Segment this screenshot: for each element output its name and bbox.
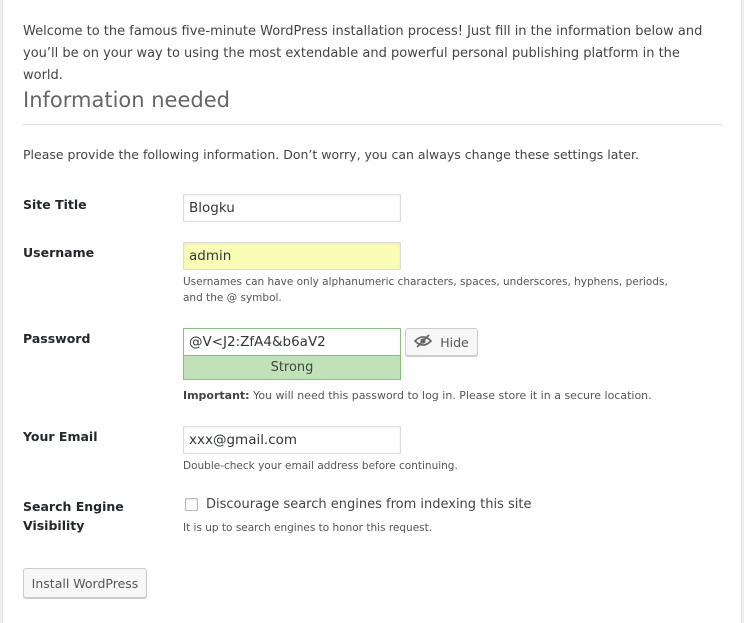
- search-engine-label-line2: Visibility: [23, 518, 85, 533]
- site-title-label: Site Title: [23, 197, 87, 212]
- site-title-input[interactable]: [183, 194, 401, 222]
- search-engine-label-line1: Search Engine: [23, 499, 124, 514]
- password-input[interactable]: [183, 328, 401, 356]
- email-hint: Double-check your email address before c…: [183, 460, 458, 472]
- hide-button-label: Hide: [440, 334, 469, 350]
- section-heading: Information needed: [23, 88, 230, 112]
- eye-slash-icon: [414, 333, 433, 351]
- search-engine-hint: It is up to search engines to honor this…: [183, 522, 433, 534]
- password-hint-text: You will need this password to log in. P…: [249, 389, 652, 402]
- heading-divider: [23, 124, 723, 125]
- password-hint-important: Important:: [183, 389, 250, 402]
- search-engine-label: Search Engine Visibility: [23, 497, 124, 535]
- email-input[interactable]: [183, 426, 401, 454]
- password-strength-meter: Strong: [183, 355, 401, 380]
- install-panel: Welcome to the famous five-minute WordPr…: [2, 0, 742, 623]
- section-description: Please provide the following information…: [23, 147, 639, 162]
- discourage-search-checkbox[interactable]: [185, 498, 198, 511]
- password-label: Password: [23, 331, 91, 346]
- hide-password-button[interactable]: Hide: [405, 328, 478, 356]
- intro-text: Welcome to the famous five-minute WordPr…: [23, 24, 703, 83]
- search-engine-option[interactable]: Discourage search engines from indexing …: [185, 497, 532, 512]
- username-label: Username: [23, 245, 95, 260]
- password-hint: Important: You will need this password t…: [183, 388, 723, 404]
- install-wordpress-button[interactable]: Install WordPress: [23, 568, 147, 598]
- discourage-search-label: Discourage search engines from indexing …: [206, 497, 532, 512]
- username-input[interactable]: [183, 242, 401, 270]
- username-hint: Usernames can have only alphanumeric cha…: [183, 276, 668, 304]
- email-label: Your Email: [23, 429, 98, 444]
